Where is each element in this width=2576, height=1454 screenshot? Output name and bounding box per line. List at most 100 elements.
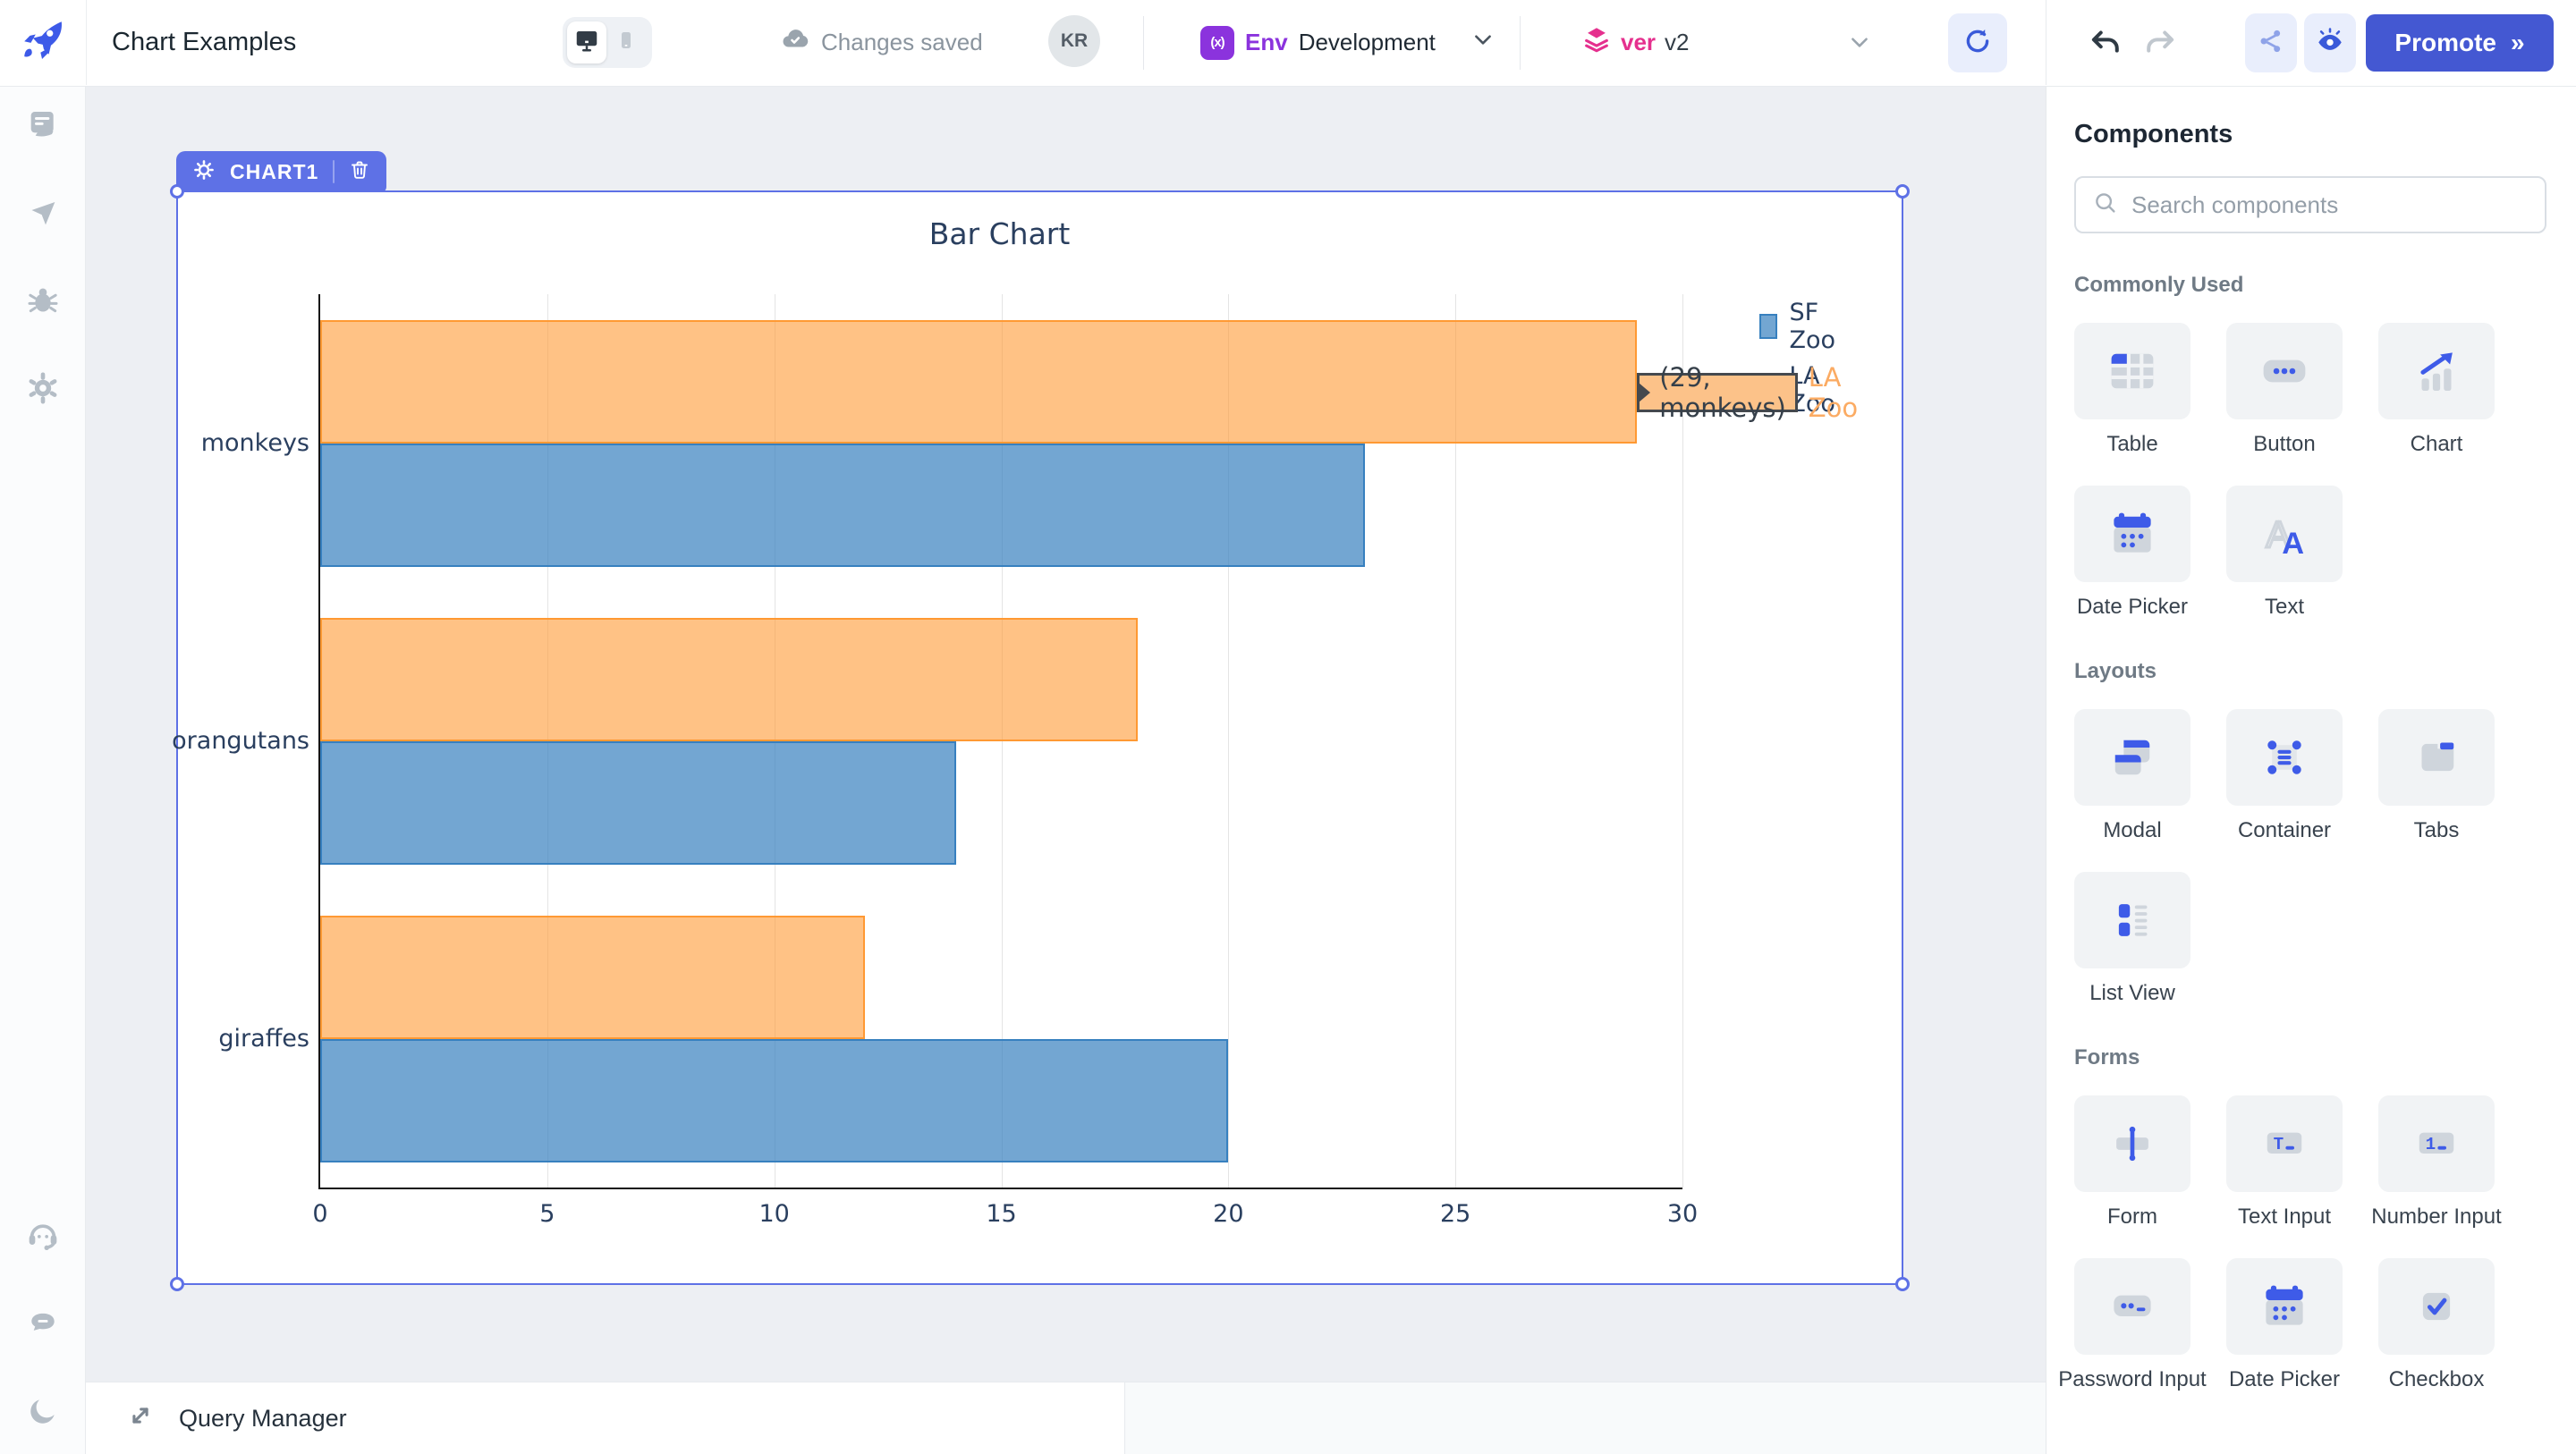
datepicker-component-icon[interactable]: [2226, 1258, 2343, 1355]
chart-widget[interactable]: CHART1 Bar Chart SF ZooLA Zoo (29, monke…: [176, 190, 1903, 1285]
datepicker-component-icon[interactable]: [2074, 486, 2190, 582]
undo-button[interactable]: [2087, 23, 2124, 65]
container-component-icon[interactable]: [2226, 709, 2343, 806]
chevron-down-icon: [1471, 28, 1495, 57]
component-item-button[interactable]: Button: [2226, 323, 2343, 457]
mobile-toggle-button[interactable]: [606, 21, 646, 63]
component-item-table[interactable]: Table: [2074, 323, 2190, 457]
search-input[interactable]: [2130, 190, 2529, 220]
tooltip-series-label: LA Zoo: [1809, 362, 1858, 423]
y-axis-label: giraffes: [166, 1025, 309, 1052]
legend-label: SF Zoo: [1790, 299, 1843, 354]
pages-icon[interactable]: [25, 107, 61, 143]
form-component-icon[interactable]: [2074, 1095, 2190, 1192]
resize-handle[interactable]: [170, 1277, 184, 1291]
bar-la-zoo-giraffes[interactable]: [320, 916, 865, 1039]
button-component-icon[interactable]: [2226, 323, 2343, 419]
listview-component-icon[interactable]: [2074, 872, 2190, 968]
widget-chip[interactable]: CHART1: [176, 151, 386, 192]
bar-la-zoo-monkeys[interactable]: [320, 320, 1637, 444]
component-item-date-picker[interactable]: Date Picker: [2074, 486, 2190, 620]
components-sections: Commonly Used Table Button Chart Date Picker…: [2074, 273, 2576, 1392]
table-component-icon[interactable]: [2074, 323, 2190, 419]
legend-item-sf-zoo[interactable]: SF Zoo: [1759, 299, 1843, 354]
component-item-container[interactable]: Container: [2226, 709, 2343, 843]
passwordinput-component-icon[interactable]: [2074, 1258, 2190, 1355]
svg-text:1: 1: [2426, 1135, 2436, 1154]
layers-icon: [1581, 24, 1612, 61]
component-item-text-input[interactable]: T Text Input: [2226, 1095, 2343, 1230]
share-button[interactable]: [2245, 13, 2297, 72]
component-item-form[interactable]: Form: [2074, 1095, 2190, 1230]
gridline: [1682, 294, 1683, 1188]
component-item-date-picker[interactable]: Date Picker: [2226, 1258, 2343, 1392]
cursor-icon[interactable]: [25, 195, 61, 231]
sidebar-bottom-icons: [25, 1218, 61, 1429]
promote-button[interactable]: Promote »: [2366, 14, 2554, 72]
resize-handle[interactable]: [1895, 184, 1910, 199]
resize-handle[interactable]: [170, 184, 184, 199]
component-item-number-input[interactable]: 1Number Input: [2378, 1095, 2495, 1230]
bar-la-zoo-orangutans[interactable]: [320, 618, 1138, 741]
env-icon: (x): [1200, 26, 1234, 60]
query-manager-toggle[interactable]: Query Manager: [125, 1382, 347, 1454]
logo-block[interactable]: [0, 0, 87, 85]
text-component-icon[interactable]: AA: [2226, 486, 2343, 582]
components-panel: Components Commonly UsedTableButtonChart…: [2046, 86, 2576, 1454]
settings-gear-icon[interactable]: [25, 370, 61, 406]
component-item-text[interactable]: AAText: [2226, 486, 2343, 620]
component-item-tabs[interactable]: Tabs: [2378, 709, 2495, 843]
query-bar-right-section: [1124, 1382, 2046, 1454]
search-icon: [2092, 190, 2119, 221]
support-icon[interactable]: [25, 1218, 61, 1254]
avatar[interactable]: KR: [1048, 15, 1100, 67]
save-status: Changes saved: [780, 0, 983, 85]
environment-selector[interactable]: (x) Env Development: [1200, 0, 1495, 85]
cloud-check-icon: [780, 24, 810, 61]
query-manager-bar[interactable]: Query Manager: [86, 1382, 2046, 1454]
component-search[interactable]: [2074, 176, 2546, 233]
component-item-checkbox[interactable]: Checkbox: [2378, 1258, 2495, 1392]
bar-sf-zoo-orangutans[interactable]: [320, 741, 956, 865]
refresh-button[interactable]: [1948, 13, 2007, 72]
chart-plot-area[interactable]: SF ZooLA Zoo (29, monkeys) LA Zoo 051015…: [318, 294, 1682, 1189]
page-title: Chart Examples: [112, 0, 296, 85]
desktop-toggle-button[interactable]: [567, 21, 606, 63]
numberinput-component-icon[interactable]: 1: [2378, 1095, 2495, 1192]
chart-component-icon[interactable]: [2378, 323, 2495, 419]
checkbox-component-icon[interactable]: [2378, 1258, 2495, 1355]
chart-tooltip: (29, monkeys) LA Zoo: [1637, 362, 1858, 423]
mobile-icon: [615, 30, 637, 55]
resize-handle[interactable]: [1895, 1277, 1910, 1291]
gear-icon[interactable]: [192, 158, 216, 186]
component-item-modal[interactable]: Modal: [2074, 709, 2190, 843]
trash-icon[interactable]: [349, 159, 370, 185]
section-title: Layouts: [2074, 659, 2576, 684]
redo-button[interactable]: [2141, 23, 2179, 65]
component-grid: Modal Container Tabs List View: [2074, 709, 2576, 1006]
dark-mode-icon[interactable]: [25, 1393, 61, 1429]
bar-sf-zoo-giraffes[interactable]: [320, 1039, 1228, 1162]
debug-icon[interactable]: [25, 283, 61, 318]
component-item-password-input[interactable]: Password Input: [2074, 1258, 2190, 1392]
left-sidebar: [0, 86, 86, 1454]
component-label: Text Input: [2238, 1205, 2331, 1230]
version-selector[interactable]: ver v2: [1581, 0, 1690, 85]
component-label: Button: [2253, 432, 2315, 457]
tabs-component-icon[interactable]: [2378, 709, 2495, 806]
component-label: Modal: [2103, 818, 2161, 843]
y-axis-label: orangutans: [166, 727, 309, 755]
textinput-component-icon[interactable]: T: [2226, 1095, 2343, 1192]
legend-swatch: [1759, 314, 1777, 339]
component-item-chart[interactable]: Chart: [2378, 323, 2495, 457]
modal-component-icon[interactable]: [2074, 709, 2190, 806]
chat-icon[interactable]: [25, 1306, 61, 1341]
version-value: v2: [1665, 29, 1689, 56]
component-item-list-view[interactable]: List View: [2074, 872, 2190, 1006]
bar-sf-zoo-monkeys[interactable]: [320, 444, 1365, 567]
section-title: Commonly Used: [2074, 273, 2576, 298]
canvas[interactable]: CHART1 Bar Chart SF ZooLA Zoo (29, monke…: [86, 86, 2046, 1454]
preview-eye-button[interactable]: [2304, 13, 2356, 72]
chevron-down-icon[interactable]: [1848, 30, 1871, 58]
component-label: Checkbox: [2389, 1367, 2485, 1392]
